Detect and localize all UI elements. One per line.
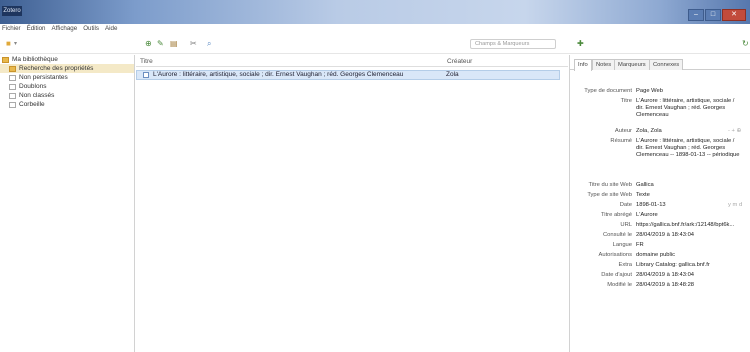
tab-info[interactable]: Info	[574, 59, 592, 71]
menu-help[interactable]: Aide	[105, 24, 117, 34]
sync-icon[interactable]: ✚	[577, 39, 584, 49]
column-creator[interactable]: Créateur	[447, 58, 472, 65]
search-input[interactable]: Champs & Marqueurs	[470, 39, 556, 49]
locate-icon[interactable]: ⌕	[207, 39, 211, 49]
add-by-identifier-icon[interactable]: ✎	[157, 39, 164, 49]
column-title[interactable]: Titre	[140, 58, 153, 65]
new-collection-icon[interactable]: ■	[6, 39, 11, 49]
item-tabs: Info Notes Marqueurs Connexes	[570, 58, 750, 71]
window-controls: – □ ✕	[688, 9, 746, 21]
tab-tags[interactable]: Marqueurs	[614, 59, 650, 70]
new-item-icon[interactable]: ⊕	[145, 39, 152, 49]
tab-related[interactable]: Connexes	[649, 59, 684, 70]
library-item[interactable]: Non persistantes	[0, 73, 134, 82]
item-title: L'Aurore : littéraire, artistique, socia…	[153, 71, 404, 78]
new-note-icon[interactable]: ▤	[170, 39, 178, 49]
library-icon	[2, 56, 9, 63]
library-item[interactable]: Ma bibliothèque	[0, 55, 134, 64]
items-pane: Titre Créateur L'Aurore : littéraire, ar…	[136, 55, 568, 352]
item-pane: Info Notes Marqueurs Connexes Type de do…	[569, 55, 750, 352]
minimize-button[interactable]: –	[688, 9, 704, 21]
toolbar: ■ ▾ ⊕ ✎ ▤ ✂ ⌕ Champs & Marqueurs ✚ ↻	[0, 34, 750, 54]
table-row[interactable]: L'Aurore : littéraire, artistique, socia…	[136, 70, 560, 80]
menu-tools[interactable]: Outils	[83, 24, 99, 34]
menu-view[interactable]: Affichage	[52, 24, 78, 34]
menu-file[interactable]: Fichier	[2, 24, 21, 34]
library-item[interactable]: Recherche des propriétés	[0, 64, 134, 73]
item-creator: Zola	[446, 71, 459, 78]
doc-icon	[9, 92, 16, 99]
collections-pane: Ma bibliothèque Recherche des propriétés…	[0, 55, 135, 352]
attach-icon[interactable]: ✂	[190, 39, 197, 49]
library-item[interactable]: Corbeille	[0, 100, 134, 109]
doc-icon	[9, 74, 16, 81]
menu-bar: Fichier Édition Affichage Outils Aide	[0, 24, 750, 34]
app-title: Zotero	[2, 6, 22, 16]
close-button[interactable]: ✕	[722, 9, 746, 21]
trash-icon	[9, 101, 16, 108]
doc-icon	[9, 83, 16, 90]
window-titlebar: Zotero – □ ✕	[0, 0, 750, 24]
web-page-icon	[143, 72, 149, 78]
library-item[interactable]: Non classés	[0, 91, 134, 100]
folder-icon	[9, 65, 16, 72]
items-column-header: Titre Créateur	[136, 57, 568, 67]
maximize-button[interactable]: □	[705, 9, 721, 21]
library-item[interactable]: Doublons	[0, 82, 134, 91]
menu-edit[interactable]: Édition	[27, 24, 46, 34]
tab-notes[interactable]: Notes	[592, 59, 616, 70]
chevron-down-icon[interactable]: ▾	[14, 39, 17, 49]
sync-status-icon[interactable]: ↻	[742, 39, 749, 49]
